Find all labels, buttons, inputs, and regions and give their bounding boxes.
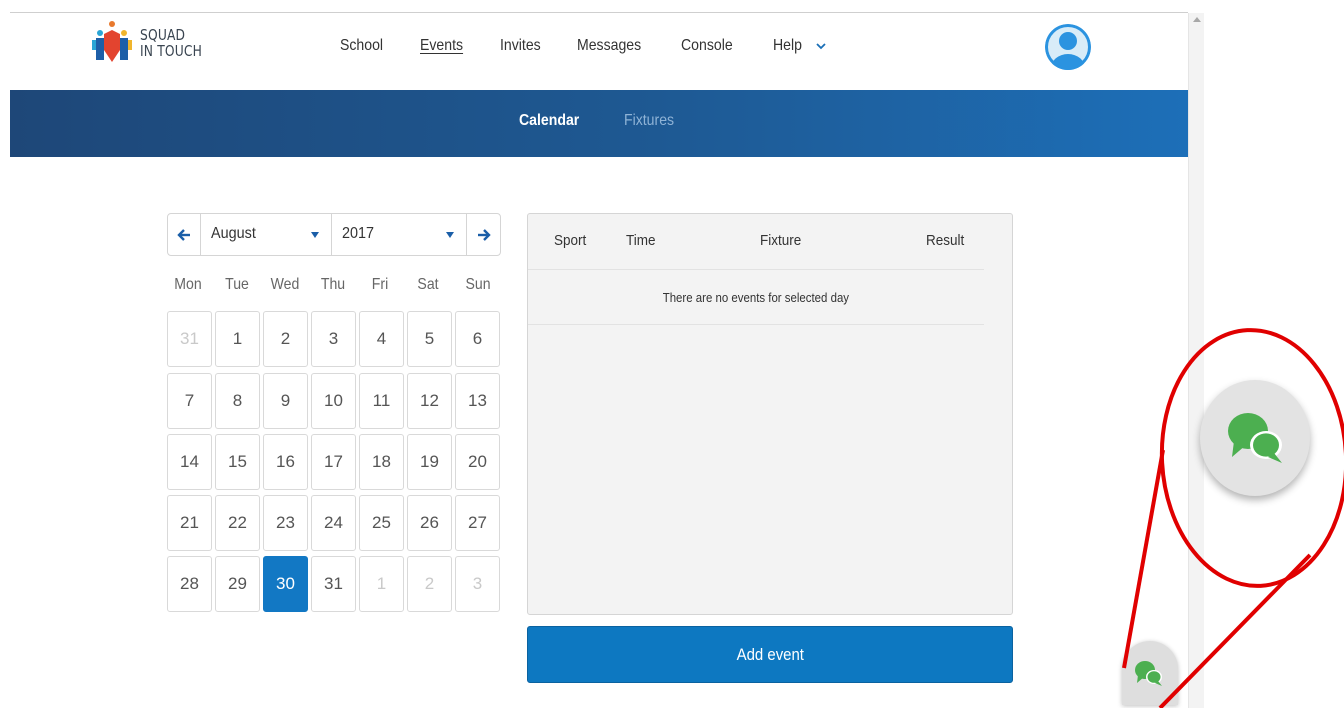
calendar-day[interactable]: 9 — [263, 373, 308, 429]
calendar-day[interactable]: 29 — [215, 556, 260, 612]
vertical-scrollbar[interactable] — [1188, 13, 1204, 708]
chat-widget-zoom-callout — [1200, 380, 1310, 496]
nav-console[interactable]: Console — [681, 37, 733, 55]
caret-down-icon — [311, 232, 319, 238]
calendar-day[interactable]: 31 — [311, 556, 356, 612]
column-time: Time — [626, 232, 656, 249]
calendar-day[interactable]: 3 — [311, 311, 356, 367]
calendar-day[interactable]: 18 — [359, 434, 404, 490]
tab-fixtures[interactable]: Fixtures — [624, 112, 674, 130]
arrow-right-icon — [477, 228, 491, 241]
calendar-day[interactable]: 23 — [263, 495, 308, 551]
year-select[interactable]: 2017 — [332, 214, 467, 255]
no-events-message: There are no events for selected day — [528, 271, 984, 325]
column-sport: Sport — [554, 232, 587, 249]
calendar-day[interactable]: 13 — [455, 373, 500, 429]
logo-text: SQUAD IN TOUCH — [140, 27, 202, 59]
calendar-day-next-month[interactable]: 2 — [407, 556, 452, 612]
arrow-left-icon — [177, 228, 190, 241]
column-fixture: Fixture — [760, 232, 802, 249]
calendar-day[interactable]: 1 — [215, 311, 260, 367]
add-event-button[interactable]: Add event — [527, 626, 1013, 683]
calendar-day[interactable]: 27 — [455, 495, 500, 551]
calendar-day-next-month[interactable]: 1 — [359, 556, 404, 612]
chat-bubbles-icon — [1228, 413, 1282, 463]
calendar-day-next-month[interactable]: 3 — [455, 556, 500, 612]
nav-messages[interactable]: Messages — [577, 37, 641, 55]
weekday-wed: Wed — [270, 276, 300, 293]
add-event-label: Add event — [736, 644, 804, 664]
weekday-tue: Tue — [225, 276, 249, 293]
weekday-sat: Sat — [417, 276, 439, 293]
logo-mark-icon — [92, 21, 132, 62]
caret-down-icon — [446, 232, 454, 238]
month-year-selector: August 2017 — [167, 213, 501, 256]
calendar-day-prev-month[interactable]: 31 — [167, 311, 212, 367]
next-month-button[interactable] — [467, 214, 500, 255]
calendar-day[interactable]: 15 — [215, 434, 260, 490]
calendar-day[interactable]: 10 — [311, 373, 356, 429]
calendar-day[interactable]: 21 — [167, 495, 212, 551]
calendar-day[interactable]: 2 — [263, 311, 308, 367]
calendar-day[interactable]: 26 — [407, 495, 452, 551]
nav-help-label: Help — [772, 37, 802, 54]
calendar-day[interactable]: 7 — [167, 373, 212, 429]
events-table-header: Sport Time Fixture Result — [528, 214, 984, 270]
calendar-day[interactable]: 25 — [359, 495, 404, 551]
calendar-day[interactable]: 20 — [455, 434, 500, 490]
nav-events[interactable]: Events — [420, 37, 463, 55]
calendar-day[interactable]: 22 — [215, 495, 260, 551]
calendar-day[interactable]: 12 — [407, 373, 452, 429]
no-events-text: There are no events for selected day — [662, 290, 850, 305]
month-select-value: August — [211, 225, 256, 242]
logo-line-1: SQUAD — [140, 26, 186, 44]
year-select-value: 2017 — [342, 225, 375, 242]
chat-bubbles-icon — [1135, 661, 1162, 686]
calendar-day-selected[interactable]: 30 — [263, 556, 308, 612]
weekday-thu: Thu — [320, 276, 346, 293]
calendar-day[interactable]: 24 — [311, 495, 356, 551]
calendar-day[interactable]: 8 — [215, 373, 260, 429]
chat-widget-button[interactable] — [1122, 641, 1178, 705]
user-avatar-icon[interactable] — [1045, 24, 1091, 70]
nav-school[interactable]: School — [340, 37, 383, 55]
nav-invites[interactable]: Invites — [500, 37, 541, 55]
squad-in-touch-logo[interactable]: SQUAD IN TOUCH — [90, 20, 216, 66]
calendar-day[interactable]: 16 — [263, 434, 308, 490]
events-panel: Sport Time Fixture Result There are no e… — [527, 213, 1013, 615]
column-result: Result — [926, 232, 965, 249]
calendar-day[interactable]: 5 — [407, 311, 452, 367]
tab-calendar[interactable]: Calendar — [519, 112, 579, 130]
chevron-down-icon — [815, 43, 826, 50]
weekday-sun: Sun — [465, 276, 491, 293]
weekday-fri: Fri — [371, 276, 389, 293]
scroll-up-arrow-icon[interactable] — [1193, 17, 1201, 22]
sub-navigation-bar: Calendar Fixtures — [10, 90, 1188, 157]
main-nav: School Events Invites Messages Console H… — [340, 24, 826, 68]
calendar-day[interactable]: 11 — [359, 373, 404, 429]
weekday-mon: Mon — [174, 276, 202, 293]
calendar-day[interactable]: 14 — [167, 434, 212, 490]
calendar-day[interactable]: 19 — [407, 434, 452, 490]
logo-line-2: IN TOUCH — [140, 42, 203, 60]
user-silhouette-icon — [1045, 24, 1091, 70]
month-select[interactable]: August — [201, 214, 332, 255]
calendar-day[interactable]: 4 — [359, 311, 404, 367]
previous-month-button[interactable] — [168, 214, 201, 255]
calendar-day[interactable]: 28 — [167, 556, 212, 612]
calendar-day[interactable]: 6 — [455, 311, 500, 367]
nav-help[interactable]: Help — [771, 37, 826, 55]
calendar-day[interactable]: 17 — [311, 434, 356, 490]
